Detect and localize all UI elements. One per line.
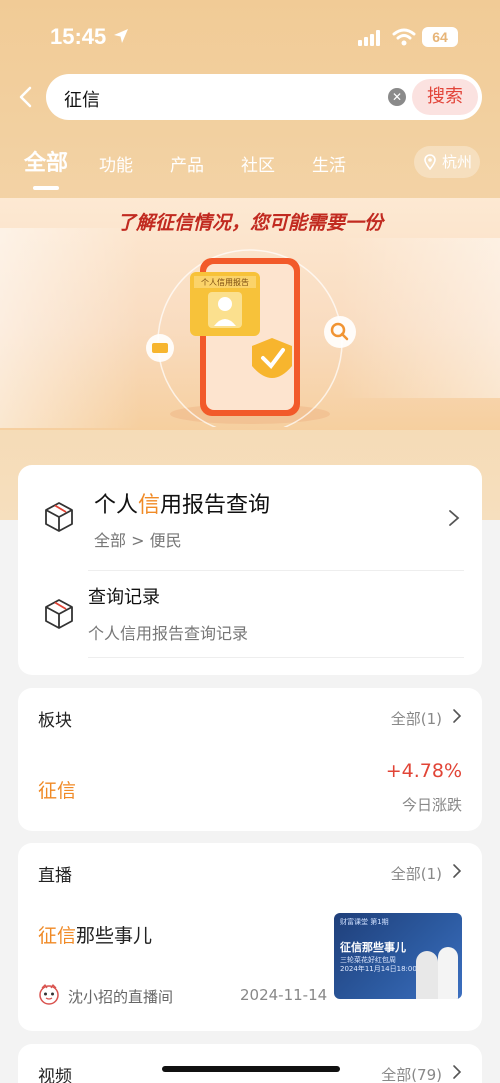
- section-title: 视频: [38, 1067, 72, 1083]
- search-input[interactable]: 征信 ✕ 搜索: [46, 74, 482, 120]
- clear-icon[interactable]: ✕: [388, 88, 406, 106]
- see-all-link[interactable]: 全部(1): [391, 863, 442, 884]
- live-host[interactable]: 沈小招的直播间: [68, 986, 173, 1007]
- status-time: 15:45: [50, 24, 107, 49]
- title-part: 用报告查询: [160, 493, 271, 518]
- tab-function[interactable]: 功能: [99, 151, 133, 176]
- credit-report-illustration: 个人信用报告: [146, 249, 356, 427]
- title-part: 个人: [94, 493, 139, 518]
- service-card: 个人信用报告查询 全部 > 便民 查询记录 个人信用报告查询记录: [18, 465, 482, 675]
- plate-card: 板块 全部(1) 征信 +4.78% 今日涨跌: [18, 688, 482, 831]
- see-all-link[interactable]: 全部(1): [391, 708, 442, 729]
- promo-banner[interactable]: 了解征信情况，您可能需要一份 个人信用报告: [0, 198, 500, 430]
- service-breadcrumb: 全部 > 便民: [94, 531, 182, 550]
- live-title[interactable]: 征信那些事儿: [38, 921, 152, 948]
- thumbnail-tag: 财富课堂 第1期: [340, 918, 389, 926]
- banner-title: 了解征信情况，您可能需要一份: [116, 212, 383, 234]
- service-subtitle: 个人信用报告查询记录: [88, 624, 249, 643]
- tab-indicator: [33, 186, 59, 190]
- battery-icon: 64: [422, 27, 458, 47]
- live-date: 2024-11-14: [240, 986, 328, 1004]
- tab-all[interactable]: 全部: [24, 145, 68, 177]
- chevron-right-icon[interactable]: [448, 509, 460, 527]
- chevron-right-icon[interactable]: [452, 1064, 462, 1080]
- home-indicator: [162, 1066, 340, 1072]
- service-title-query-record[interactable]: 查询记录: [88, 583, 160, 609]
- live-card: 直播 全部(1) 征信那些事儿 沈小招的直播间 2024-11-14 财富课堂 …: [18, 843, 482, 1031]
- plate-change-value: +4.78%: [385, 760, 462, 782]
- box-icon: [45, 502, 73, 532]
- section-title: 直播: [38, 866, 72, 886]
- divider: [88, 570, 464, 571]
- tab-life[interactable]: 生活: [312, 151, 346, 176]
- search-button[interactable]: 搜索: [412, 79, 478, 115]
- status-bar: 15:45 64: [0, 0, 500, 72]
- title-part: 那些事儿: [76, 925, 153, 947]
- location-arrow-icon: [114, 29, 128, 43]
- presenter-figure: [416, 951, 438, 999]
- plate-change-label: 今日涨跌: [401, 796, 462, 814]
- signal-icon: [358, 30, 380, 46]
- see-all-link[interactable]: 全部(79): [381, 1064, 442, 1083]
- live-thumbnail[interactable]: 财富课堂 第1期 征信那些事儿 三轮菜花好红包周 2024年11月14日18:0…: [334, 913, 462, 999]
- search-query[interactable]: 征信: [64, 86, 100, 112]
- chevron-right-icon[interactable]: [452, 708, 462, 724]
- city-label: 杭州: [442, 153, 473, 171]
- tab-product[interactable]: 产品: [170, 151, 204, 176]
- banner-decoration: [0, 228, 140, 428]
- video-card: 视频 全部(79): [18, 1044, 482, 1083]
- city-selector[interactable]: 杭州: [414, 146, 480, 178]
- thumbnail-title: 征信那些事儿: [340, 941, 406, 954]
- divider: [88, 657, 464, 658]
- service-title-credit-report[interactable]: 个人信用报告查询: [94, 487, 270, 519]
- host-avatar-icon: [39, 983, 59, 1005]
- wifi-icon: [392, 28, 416, 46]
- tab-community[interactable]: 社区: [241, 151, 275, 176]
- location-pin-icon: [424, 154, 436, 170]
- report-label: 个人信用报告: [201, 277, 249, 287]
- chevron-right-icon[interactable]: [452, 863, 462, 879]
- presenter-figure: [438, 947, 458, 999]
- plate-name[interactable]: 征信: [38, 776, 76, 803]
- title-highlight: 信: [138, 493, 161, 518]
- back-icon[interactable]: [16, 86, 38, 108]
- section-title: 板块: [38, 711, 72, 731]
- title-highlight: 征信: [38, 925, 77, 947]
- box-icon: [45, 599, 73, 629]
